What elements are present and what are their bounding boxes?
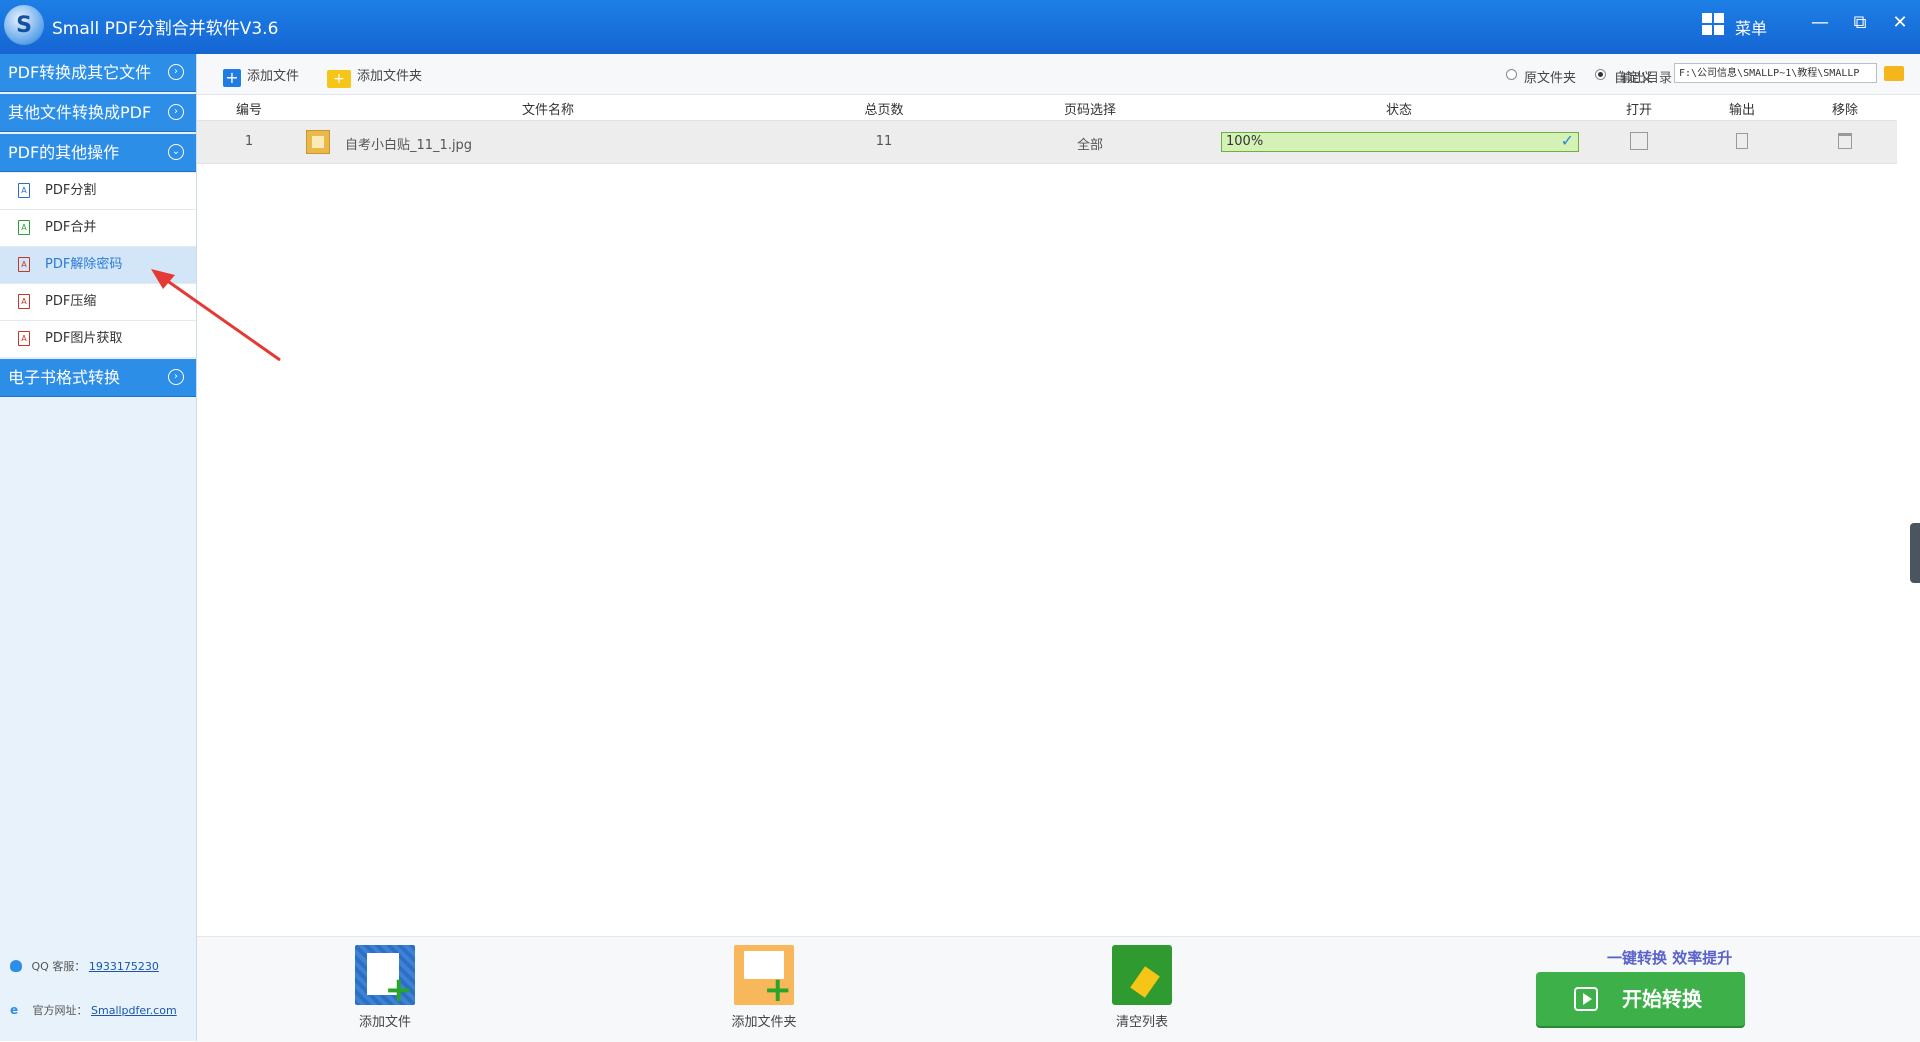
play-icon	[1574, 987, 1598, 1011]
sidebar-category-pdf-to-other[interactable]: PDF转换成其它文件 ›	[0, 54, 196, 92]
header-remove: 移除	[1831, 103, 1859, 118]
add-folder-button[interactable]: + 添加文件夹	[327, 65, 422, 88]
header-export: 输出	[1728, 103, 1756, 118]
broom-icon	[1112, 945, 1172, 1005]
sidebar-item-pdf-split[interactable]: A PDF分割	[0, 173, 196, 210]
folder-plus-icon: +	[327, 70, 351, 88]
restore-button[interactable]: ⧉	[1845, 8, 1875, 38]
scrollbar-handle[interactable]	[1910, 523, 1920, 583]
sidebar: PDF转换成其它文件 › 其他文件转换成PDF › PDF的其他操作 ⌄ A P…	[0, 54, 197, 1041]
row-pages: 11	[875, 134, 893, 149]
start-convert-button[interactable]: 开始转换	[1536, 972, 1745, 1026]
sidebar-category-other-to-pdf[interactable]: 其他文件转换成PDF ›	[0, 94, 196, 132]
app-title: Small PDF分割合并软件V3.6	[52, 19, 279, 39]
header-pages: 总页数	[864, 103, 904, 118]
pdf-file-icon: A	[18, 294, 30, 309]
export-icon[interactable]	[1736, 133, 1748, 149]
progress-text: 100%	[1226, 134, 1264, 149]
close-button[interactable]: ✕	[1885, 8, 1915, 38]
menu-button[interactable]: 菜单	[1735, 15, 1767, 39]
site-link[interactable]: Smallpdfer.com	[91, 1004, 177, 1017]
sidebar-item-pdf-merge[interactable]: A PDF合并	[0, 210, 196, 247]
qq-link[interactable]: 1933175230	[89, 960, 159, 973]
clear-list-button[interactable]: 清空列表	[1092, 945, 1192, 1030]
row-index: 1	[244, 134, 254, 149]
image-file-icon	[306, 130, 330, 154]
chevron-right-icon: ›	[168, 369, 184, 385]
header-index: 编号	[235, 103, 263, 118]
sidebar-category-pdf-other-ops[interactable]: PDF的其他操作 ⌄	[0, 134, 196, 172]
radio-original-folder[interactable]	[1506, 69, 1517, 80]
row-file-name: 自考小白贴_11_1.jpg	[345, 138, 473, 153]
browse-folder-icon[interactable]	[1884, 66, 1904, 81]
row-progress-bar: 100% ✓	[1221, 131, 1579, 152]
chevron-right-icon: ›	[168, 104, 184, 120]
progress-fill	[1222, 133, 1578, 151]
annotation-arrow	[151, 269, 281, 362]
toolbar: + 添加文件 + 添加文件夹 输出目录： 原文件夹 自定义 F:\公司信息\SMAL…	[197, 54, 1920, 95]
bottom-add-file-button[interactable]: + 添加文件	[335, 945, 435, 1030]
qq-support: QQ 客服： 1933175230	[10, 958, 159, 974]
radio-custom-label: 自定义	[1614, 71, 1654, 86]
header-status: 状态	[1385, 103, 1413, 118]
menu-grid-icon[interactable]	[1702, 13, 1724, 35]
table-row[interactable]: 1 自考小白贴_11_1.jpg 11 全部 100% ✓	[197, 120, 1897, 164]
header-open: 打开	[1625, 103, 1653, 118]
output-path-input[interactable]: F:\公司信息\SMALLP~1\教程\SMALLP	[1674, 63, 1877, 83]
chevron-right-icon: ›	[168, 64, 184, 80]
check-icon: ✓	[1560, 131, 1574, 150]
row-range[interactable]: 全部	[1077, 134, 1103, 153]
pdf-file-icon: A	[18, 257, 30, 272]
radio-custom[interactable]	[1595, 69, 1606, 80]
plus-icon: +	[223, 69, 241, 87]
header-range: 页码选择	[1063, 103, 1117, 118]
pdf-file-icon: A	[18, 331, 30, 346]
minimize-button[interactable]: —	[1805, 8, 1835, 38]
title-bar: S Small PDF分割合并软件V3.6 菜单 — ⧉ ✕	[0, 0, 1920, 54]
trash-icon[interactable]	[1838, 133, 1852, 149]
bottom-bar: + 添加文件 + 添加文件夹 清空列表 一键转换 效率提升 开始转换	[197, 936, 1920, 1042]
add-file-icon: +	[355, 945, 415, 1007]
radio-original-folder-label: 原文件夹	[1524, 71, 1577, 86]
slogan: 一键转换 效率提升	[1607, 949, 1733, 967]
browser-icon: e	[10, 1003, 19, 1017]
open-external-icon[interactable]	[1630, 132, 1648, 150]
official-site: e 官方网址： Smallpdfer.com	[10, 1003, 177, 1017]
add-folder-icon: +	[734, 945, 794, 1007]
add-file-button[interactable]: + 添加文件	[223, 65, 299, 87]
pdf-file-icon: A	[18, 220, 30, 235]
app-logo-icon: S	[4, 5, 44, 45]
pdf-file-icon: A	[18, 183, 30, 198]
qq-icon	[10, 960, 22, 972]
bottom-add-folder-button[interactable]: + 添加文件夹	[714, 945, 814, 1030]
table-header: 编号 文件名称 总页数 页码选择 状态 打开 输出 移除	[197, 95, 1897, 119]
chevron-down-icon: ⌄	[168, 144, 184, 160]
header-name: 文件名称	[521, 103, 575, 118]
